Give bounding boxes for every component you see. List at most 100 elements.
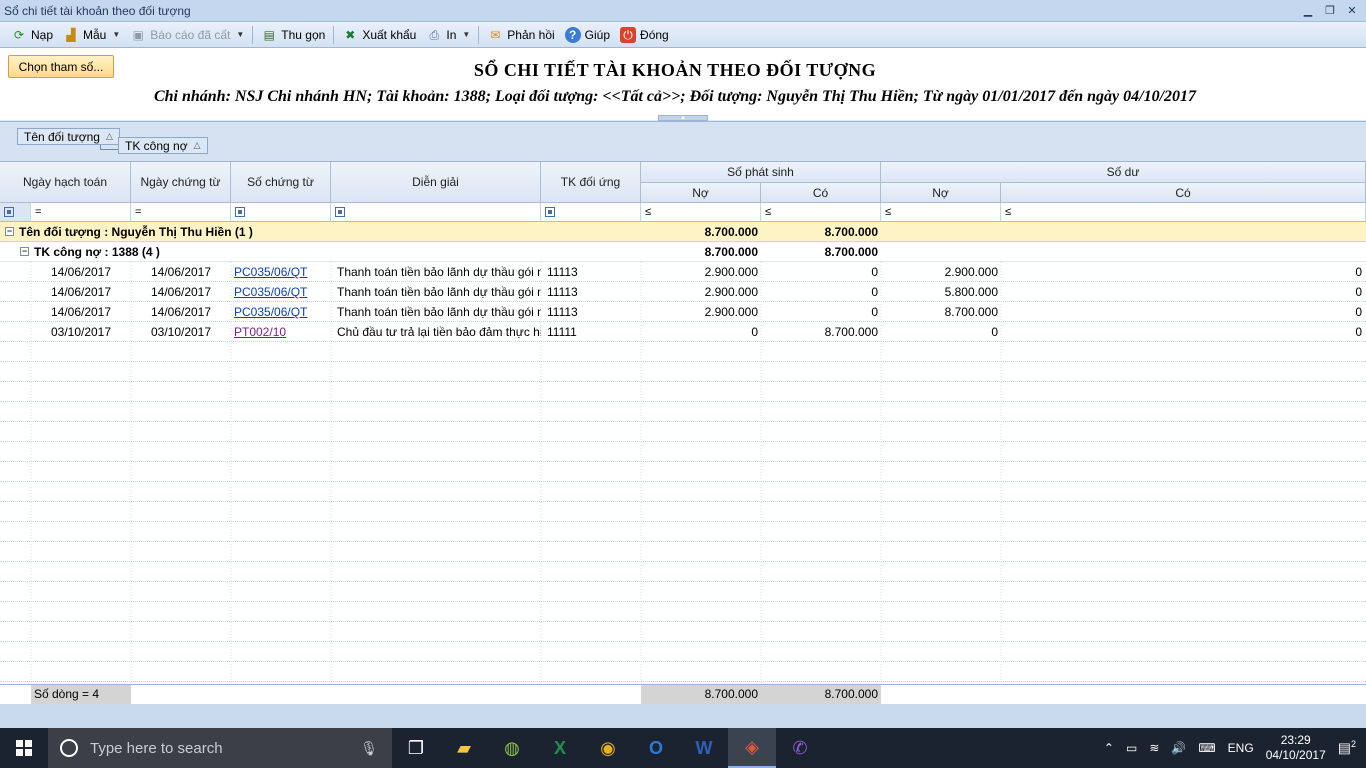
col-header-dien-giai[interactable]: Diễn giải xyxy=(331,162,541,203)
filter-icon xyxy=(235,207,245,217)
file-explorer-icon[interactable]: ▰ xyxy=(440,728,488,768)
footer-row-count: Số dòng = 4 xyxy=(31,685,131,704)
table-row[interactable]: 03/10/2017 03/10/2017 PT002/10 Chủ đầu t… xyxy=(0,322,1366,342)
empty-row xyxy=(0,642,1366,662)
task-view-icon[interactable]: ❐ xyxy=(392,728,440,768)
filter-icon xyxy=(335,207,345,217)
template-button[interactable]: ▟ Mẫu ▼ xyxy=(58,24,125,46)
cell-du-co: 0 xyxy=(1355,305,1362,319)
taskbar-search[interactable]: Type here to search 🎙 xyxy=(48,728,392,768)
empty-row xyxy=(0,382,1366,402)
cell-so-chung-tu-link[interactable]: PC035/06/QT xyxy=(231,262,331,282)
group-row-tk-cong-no[interactable]: − TK công nợ : 1388 (4 ) 8.700.000 8.700… xyxy=(0,242,1366,262)
print-button[interactable]: ⎙ In ▼ xyxy=(421,24,475,46)
col-header-ngay-hach-toan[interactable]: Ngày hạch toán xyxy=(0,162,131,203)
filter-ps-co[interactable]: ≤ xyxy=(761,203,881,222)
empty-row xyxy=(0,582,1366,602)
chrome-icon[interactable]: ◉ xyxy=(584,728,632,768)
clock[interactable]: 23:29 04/10/2017 xyxy=(1266,733,1326,763)
battery-icon[interactable]: ▭ xyxy=(1126,741,1137,755)
collapse-group-icon[interactable]: − xyxy=(5,227,14,236)
cell-ps-no: 2.900.000 xyxy=(704,265,758,279)
chevron-down-icon: ▼ xyxy=(462,30,471,39)
collapse-button[interactable]: ▤ Thu gọn xyxy=(256,24,330,46)
input-language[interactable]: ENG xyxy=(1228,741,1254,755)
cortana-icon xyxy=(60,739,78,757)
group-label: TK công nợ : 1388 (4 ) xyxy=(34,245,160,259)
notification-icon[interactable]: ▤2 xyxy=(1338,739,1356,757)
grid-footer: Số dòng = 4 8.700.000 8.700.000 xyxy=(0,684,1366,704)
cell-du-co: 0 xyxy=(1355,265,1362,279)
filter-du-no[interactable]: ≤ xyxy=(881,203,1001,222)
notification-count: 2 xyxy=(1350,739,1356,750)
cell-so-chung-tu-link[interactable]: PC035/06/QT xyxy=(231,282,331,302)
export-button[interactable]: ✖ Xuất khẩu xyxy=(337,24,421,46)
cell-ps-co: 8.700.000 xyxy=(824,325,878,339)
col-header-du-no[interactable]: Nợ xyxy=(881,183,1001,203)
saved-report-button[interactable]: ▣ Báo cáo đã cất ▼ xyxy=(125,24,249,46)
filter-operator: ≤ xyxy=(645,206,652,218)
print-label: In xyxy=(446,27,457,42)
filter-ps-no[interactable]: ≤ xyxy=(641,203,761,222)
outlook-icon[interactable]: O xyxy=(632,728,680,768)
cell-so-chung-tu-link[interactable]: PT002/10 xyxy=(231,322,331,342)
filter-ngay-chung-tu[interactable]: = xyxy=(131,203,231,222)
filter-tk-doi-ung[interactable] xyxy=(541,203,641,222)
filter-clear-cell[interactable] xyxy=(0,203,31,222)
group-label: Tên đối tượng : Nguyễn Thị Thu Hiền (1 ) xyxy=(19,225,253,239)
empty-row xyxy=(0,502,1366,522)
cell-so-chung-tu-link[interactable]: PC035/06/QT xyxy=(231,302,331,322)
filter-so-chung-tu[interactable] xyxy=(231,203,331,222)
cell-dien-giai: Thanh toán tiền bảo lãnh dự thầu gói m xyxy=(337,305,541,319)
group-ps-no: 8.700.000 xyxy=(704,225,758,239)
col-header-so-chung-tu[interactable]: Số chứng từ xyxy=(231,162,331,203)
reload-button[interactable]: ⟳ Nạp xyxy=(6,24,58,46)
col-header-ngay-chung-tu[interactable]: Ngày chứng từ xyxy=(131,162,231,203)
feedback-button[interactable]: ✉ Phản hồi xyxy=(482,24,559,46)
filter-du-co[interactable]: ≤ xyxy=(1001,203,1366,222)
col-header-du-co[interactable]: Có xyxy=(1001,183,1366,203)
close-icon[interactable]: ✕ xyxy=(1344,4,1360,18)
cell-tk-doi-ung: 11113 xyxy=(547,285,578,299)
restore-icon[interactable]: ❐ xyxy=(1322,4,1338,18)
misa-report-app-icon[interactable]: ◈ xyxy=(728,728,776,768)
group-chip-doi-tuong[interactable]: Tên đối tượng △ xyxy=(17,128,120,145)
group-ps-co: 8.700.000 xyxy=(824,245,878,259)
clock-date: 04/10/2017 xyxy=(1265,748,1326,762)
col-header-tk-doi-ung[interactable]: TK đối ứng xyxy=(541,162,641,203)
print-icon: ⎙ xyxy=(429,27,440,42)
table-row[interactable]: 14/06/2017 14/06/2017 PC035/06/QT Thanh … xyxy=(0,262,1366,282)
microphone-icon[interactable]: 🎙 xyxy=(360,740,378,757)
window-controls: ▁ ❐ ✕ xyxy=(1300,4,1366,18)
empty-row xyxy=(0,462,1366,482)
search-placeholder: Type here to search xyxy=(90,739,223,757)
table-row[interactable]: 14/06/2017 14/06/2017 PC035/06/QT Thanh … xyxy=(0,282,1366,302)
empty-row xyxy=(0,602,1366,622)
cell-ps-no: 2.900.000 xyxy=(704,285,758,299)
keyboard-icon[interactable]: ⌨ xyxy=(1198,741,1215,755)
start-button[interactable] xyxy=(0,728,48,768)
cell-ngay-chung-tu: 14/06/2017 xyxy=(150,305,212,319)
close-report-button[interactable]: ⏻ Đóng xyxy=(615,24,674,46)
volume-icon[interactable]: 🔊 xyxy=(1171,741,1186,755)
wifi-icon[interactable]: ≋ xyxy=(1149,741,1159,755)
help-button[interactable]: ? Giúp xyxy=(560,24,615,46)
chevron-up-icon[interactable]: ⌃ xyxy=(1104,741,1114,755)
excel-icon[interactable]: X xyxy=(536,728,584,768)
collapse-group-icon[interactable]: − xyxy=(20,247,29,256)
group-ps-co: 8.700.000 xyxy=(824,225,878,239)
refresh-icon: ⟳ xyxy=(13,27,25,42)
minimize-icon[interactable]: ▁ xyxy=(1300,4,1316,18)
col-header-ps-co[interactable]: Có xyxy=(761,183,881,203)
group-chip-tk-cong-no[interactable]: TK công nợ △ xyxy=(118,137,208,154)
accounting-app-icon[interactable]: ◍ xyxy=(488,728,536,768)
viber-icon[interactable]: ✆ xyxy=(776,728,824,768)
word-icon[interactable]: W xyxy=(680,728,728,768)
filter-dien-giai[interactable] xyxy=(331,203,541,222)
table-row[interactable]: 14/06/2017 14/06/2017 PC035/06/QT Thanh … xyxy=(0,302,1366,322)
filter-ngay-hach-toan[interactable]: = xyxy=(31,203,131,222)
group-row-doi-tuong[interactable]: − Tên đối tượng : Nguyễn Thị Thu Hiền (1… xyxy=(0,222,1366,242)
mail-icon: ✉ xyxy=(490,27,501,42)
group-chip-label: TK công nợ xyxy=(125,138,188,153)
col-header-ps-no[interactable]: Nợ xyxy=(641,183,761,203)
